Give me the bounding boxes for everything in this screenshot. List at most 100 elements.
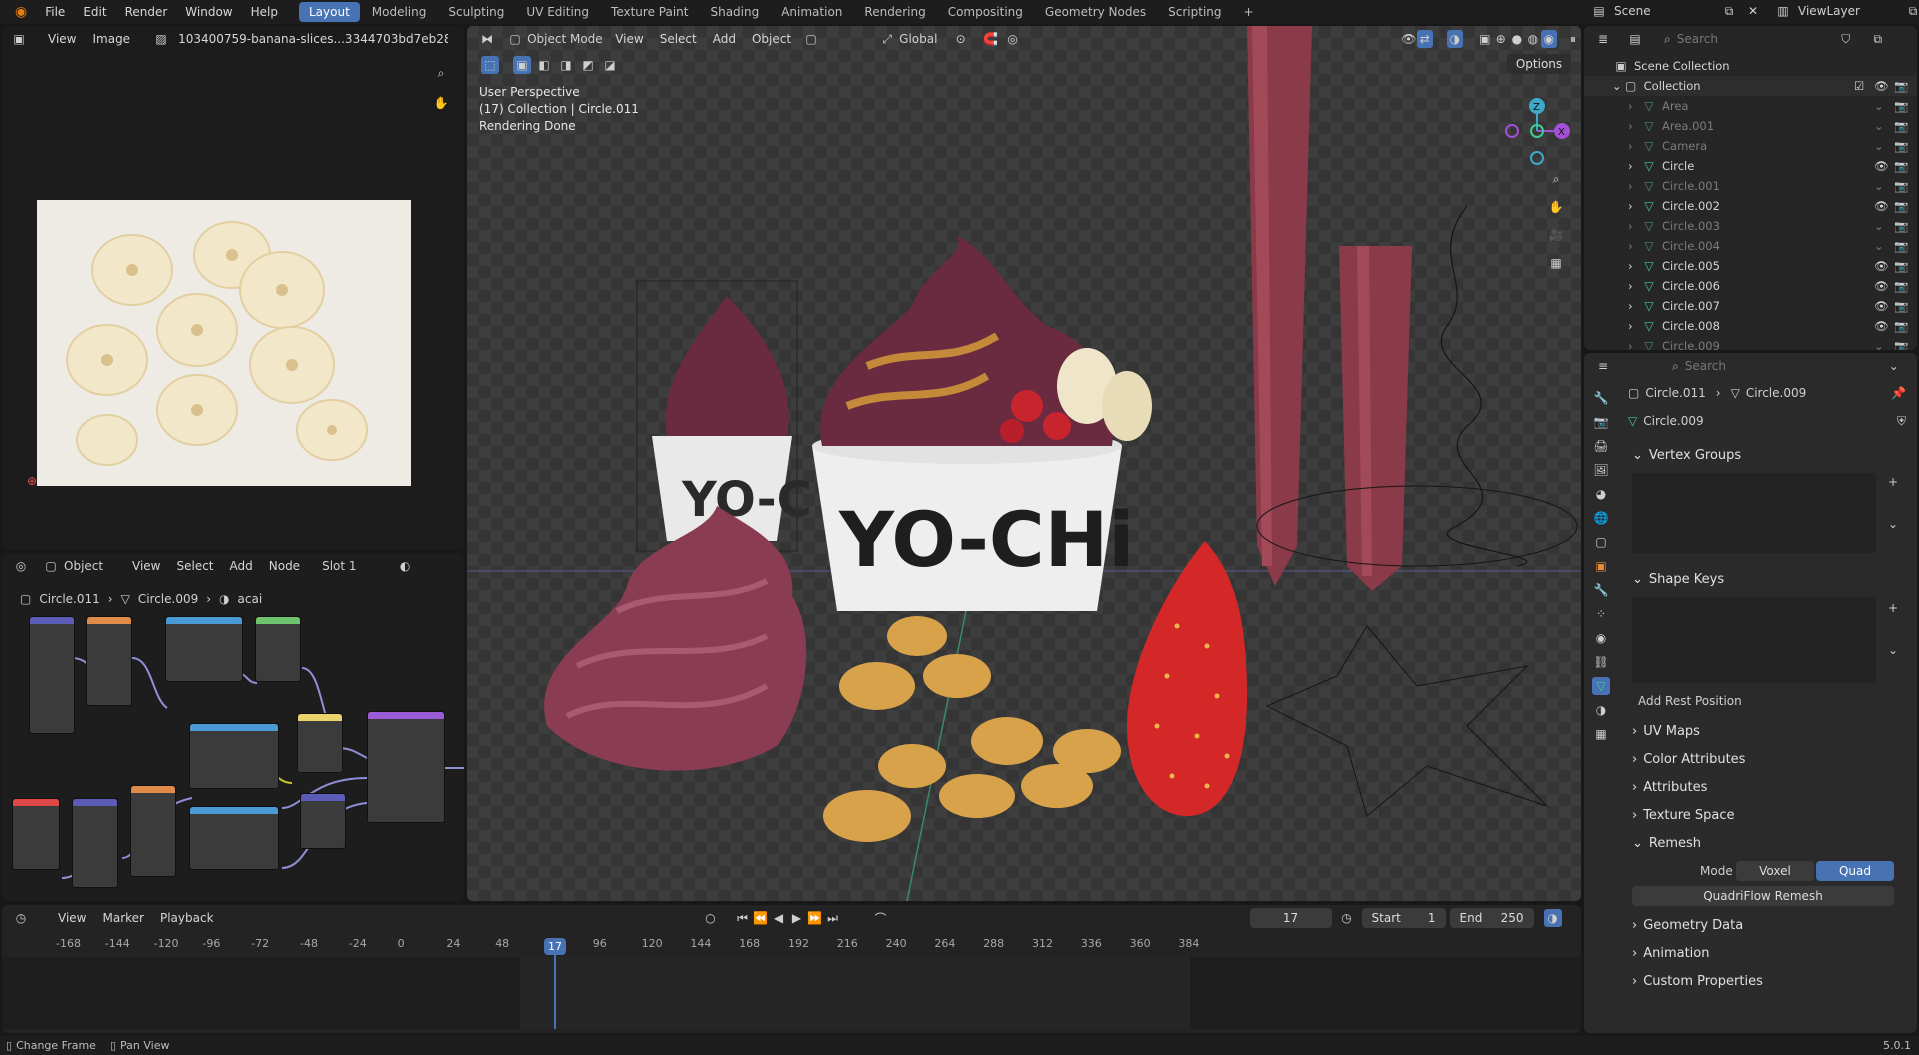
- add-workspace-button[interactable]: +: [1234, 2, 1264, 22]
- render-camera-icon[interactable]: 📷: [1894, 219, 1908, 233]
- camera-view-icon[interactable]: 🎥: [1547, 226, 1565, 244]
- render-camera-icon[interactable]: 📷: [1894, 299, 1908, 313]
- new-collection-icon[interactable]: ⧉: [1869, 30, 1887, 48]
- node-mapping-2[interactable]: [72, 798, 118, 888]
- render-tab-icon[interactable]: 📷: [1592, 413, 1610, 431]
- node-menu-select[interactable]: Select: [168, 559, 221, 573]
- new-scene-icon[interactable]: ⧉: [1720, 2, 1738, 20]
- custom-properties-header[interactable]: › Custom Properties: [1626, 969, 1906, 993]
- menu-window[interactable]: Window: [176, 0, 241, 24]
- visibility-eye-icon[interactable]: 👁: [1874, 159, 1889, 173]
- outliner-item[interactable]: › ▽ Circle.002 👁 📷: [1584, 196, 1917, 216]
- jump-keyframe-forward-icon[interactable]: ⏩: [806, 909, 824, 927]
- render-camera-icon[interactable]: 📷: [1894, 119, 1908, 133]
- delete-scene-icon[interactable]: ✕: [1744, 2, 1762, 20]
- pin-icon[interactable]: 📌: [1891, 386, 1906, 400]
- node-menu-add[interactable]: Add: [222, 559, 261, 573]
- navigation-gizmo[interactable]: Z X: [1497, 86, 1577, 176]
- render-camera-icon[interactable]: 📷: [1894, 279, 1908, 293]
- viewport-zoom-icon[interactable]: ⌕: [1547, 170, 1565, 188]
- outliner-item[interactable]: › ▽ Circle.008 👁 📷: [1584, 316, 1917, 336]
- visibility-eye-icon[interactable]: ⌄: [1874, 179, 1884, 193]
- shape-key-menu-icon[interactable]: ⌄: [1884, 641, 1902, 659]
- modifier-tab-icon[interactable]: 🔧: [1592, 581, 1610, 599]
- scene-tab-icon[interactable]: ◕: [1592, 485, 1610, 503]
- scene-name[interactable]: Scene: [1614, 4, 1714, 18]
- visibility-eye-icon[interactable]: ⌄: [1874, 219, 1884, 233]
- timeline-menu-marker[interactable]: Marker: [94, 911, 151, 925]
- outliner-scene-collection[interactable]: ▣ Scene Collection: [1584, 56, 1917, 76]
- animation-header[interactable]: › Animation: [1626, 941, 1906, 965]
- outliner-item[interactable]: › ▽ Camera ⌄ 📷: [1584, 136, 1917, 156]
- visibility-eye-icon[interactable]: ⌄: [1874, 139, 1884, 153]
- render-camera-icon[interactable]: 📷: [1894, 319, 1908, 333]
- filter-icon[interactable]: ⛉: [1837, 30, 1855, 48]
- node-mapping[interactable]: [29, 616, 75, 734]
- image-menu-view[interactable]: View: [40, 32, 84, 46]
- vertex-groups-header[interactable]: ⌄ Vertex Groups: [1626, 443, 1906, 467]
- outliner-item[interactable]: › ▽ Circle.003 ⌄ 📷: [1584, 216, 1917, 236]
- expand-arrow-icon[interactable]: ›: [1628, 339, 1640, 350]
- material-sphere-icon[interactable]: ◐: [396, 557, 414, 575]
- expand-arrow-icon[interactable]: ›: [1628, 299, 1640, 313]
- node-mix-color[interactable]: [255, 616, 301, 682]
- tab-texture-paint[interactable]: Texture Paint: [601, 2, 698, 22]
- jump-keyframe-back-icon[interactable]: ⏪: [752, 909, 770, 927]
- quadriflow-remesh-button[interactable]: QuadriFlow Remesh: [1632, 886, 1894, 906]
- visibility-eye-icon[interactable]: ⌄: [1874, 119, 1884, 133]
- node-menu-node[interactable]: Node: [261, 559, 308, 573]
- world-tab-icon[interactable]: 🌐: [1592, 509, 1610, 527]
- timeline-type-icon[interactable]: ◷: [12, 909, 30, 927]
- tab-layout[interactable]: Layout: [298, 2, 360, 22]
- expand-arrow-icon[interactable]: ›: [1628, 319, 1640, 333]
- jump-start-icon[interactable]: ⏮: [734, 909, 752, 927]
- 3d-viewport[interactable]: ⧓ ▢ Object Mode View Select Add Object ▢…: [467, 26, 1581, 901]
- frame-start-field[interactable]: Start 1: [1361, 908, 1446, 928]
- frame-end-field[interactable]: End 250: [1449, 908, 1534, 928]
- expand-arrow-icon[interactable]: ⌄: [1612, 79, 1622, 93]
- constraints-tab-icon[interactable]: ⛓: [1592, 653, 1610, 671]
- menu-file[interactable]: File: [36, 0, 74, 24]
- visibility-eye-icon[interactable]: 👁: [1874, 79, 1889, 93]
- timeline-menu-view[interactable]: View: [50, 911, 94, 925]
- render-camera-icon[interactable]: 📷: [1894, 99, 1908, 113]
- texture-space-header[interactable]: › Texture Space: [1626, 803, 1906, 827]
- expand-arrow-icon[interactable]: ›: [1628, 119, 1640, 133]
- particles-tab-icon[interactable]: ⁘: [1592, 605, 1610, 623]
- mesh-data-name[interactable]: Circle.009: [1643, 414, 1891, 428]
- expand-arrow-icon[interactable]: ›: [1628, 99, 1640, 113]
- node-noise-texture-2[interactable]: [130, 785, 176, 877]
- jump-end-icon[interactable]: ⏭: [824, 909, 842, 927]
- visibility-eye-icon[interactable]: 👁: [1874, 259, 1889, 273]
- render-camera-icon[interactable]: 📷: [1894, 259, 1908, 273]
- properties-options-icon[interactable]: ⌄: [1885, 357, 1903, 375]
- outliner-item[interactable]: › ▽ Circle.009 ⌄ 📷: [1584, 336, 1917, 350]
- geometry-data-header[interactable]: › Geometry Data: [1626, 913, 1906, 937]
- tab-rendering[interactable]: Rendering: [854, 2, 935, 22]
- render-camera-icon[interactable]: 📷: [1894, 79, 1908, 93]
- render-camera-icon[interactable]: 📷: [1894, 199, 1908, 213]
- menu-render[interactable]: Render: [116, 0, 177, 24]
- playhead-frame-label[interactable]: 17: [544, 938, 566, 955]
- vertex-groups-list[interactable]: [1632, 473, 1876, 553]
- output-tab-icon[interactable]: 🖨: [1592, 437, 1610, 455]
- render-camera-icon[interactable]: 📷: [1894, 339, 1908, 350]
- menu-edit[interactable]: Edit: [74, 0, 115, 24]
- tool-tab-icon[interactable]: 🔧: [1592, 389, 1610, 407]
- node-texture-coordinate[interactable]: [12, 798, 60, 870]
- outliner-item[interactable]: › ▽ Circle.006 👁 📷: [1584, 276, 1917, 296]
- expand-arrow-icon[interactable]: ›: [1628, 199, 1640, 213]
- material-tab-icon[interactable]: ◑: [1592, 701, 1610, 719]
- remesh-header[interactable]: ⌄ Remesh: [1626, 831, 1906, 855]
- expand-arrow-icon[interactable]: ›: [1628, 219, 1640, 233]
- texture-tab-icon[interactable]: ▦: [1592, 725, 1610, 743]
- render-camera-icon[interactable]: 📷: [1894, 139, 1908, 153]
- outliner-item[interactable]: › ▽ Circle 👁 📷: [1584, 156, 1917, 176]
- shape-keys-header[interactable]: ⌄ Shape Keys: [1626, 567, 1906, 591]
- outliner-search-input[interactable]: Search: [1677, 32, 1817, 46]
- keying-icon[interactable]: ⌒: [872, 909, 890, 927]
- outliner-collection[interactable]: ⌄ ▢ Collection ☑ 👁 📷: [1584, 76, 1917, 96]
- viewport-pan-icon[interactable]: ✋: [1547, 198, 1565, 216]
- collection-tab-icon[interactable]: ▢: [1592, 533, 1610, 551]
- object-mode-icon[interactable]: ▢: [42, 557, 60, 575]
